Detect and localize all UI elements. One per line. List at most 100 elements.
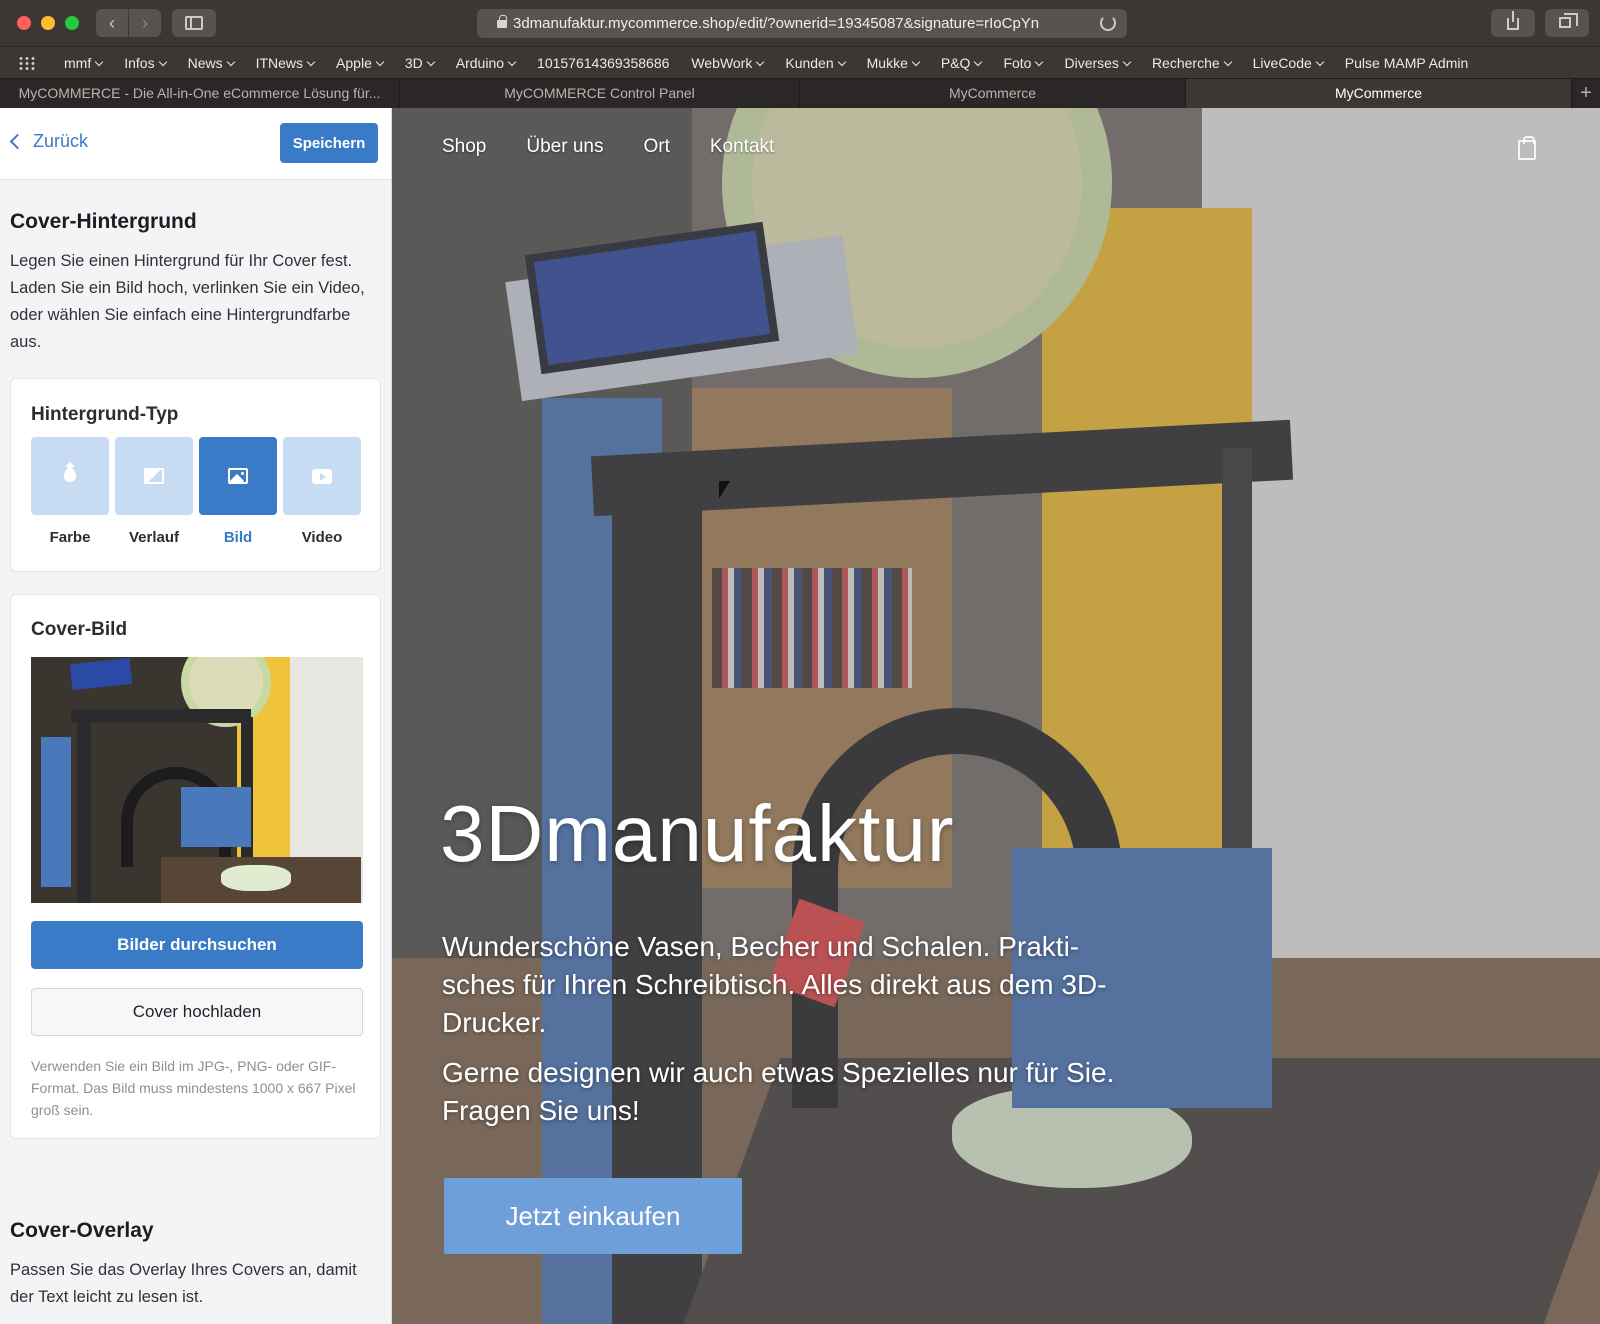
bookmark-arduino[interactable]: Arduino <box>456 55 517 71</box>
bg-type-video[interactable]: Video <box>283 437 361 546</box>
chevron-down-icon <box>1035 57 1044 66</box>
back-link[interactable]: Zurück <box>9 131 88 152</box>
hero-text: Wunderschöne Vasen, Becher und Schalen. … <box>442 928 1122 1130</box>
tab-mycommerce[interactable]: MyCommerce <box>800 79 1186 108</box>
mouse-cursor-icon <box>719 481 730 499</box>
chevron-down-icon <box>226 57 235 66</box>
hero-paragraph-1: Wunderschöne Vasen, Becher und Schalen. … <box>442 931 1107 1038</box>
minimize-window-button[interactable] <box>41 16 55 30</box>
browser-back-button[interactable]: ‹ <box>96 9 128 37</box>
nav-shop[interactable]: Shop <box>442 136 486 158</box>
nav-ueber-uns[interactable]: Über uns <box>526 136 603 158</box>
apps-grid-icon[interactable] <box>18 55 36 70</box>
bg-type-label: Verlauf <box>128 529 180 546</box>
chevron-down-icon <box>306 57 316 66</box>
bookmark-mukke[interactable]: Mukke <box>867 55 921 71</box>
bg-type-tile[interactable] <box>31 437 109 515</box>
image-icon <box>228 468 248 484</box>
bg-type-tile[interactable] <box>283 437 361 515</box>
tab-mycommerce-home[interactable]: MyCOMMERCE - Die All-in-One eCommerce Lö… <box>0 79 400 108</box>
browse-images-button[interactable]: Bilder durchsuchen <box>31 921 363 969</box>
chevron-right-icon: › <box>142 13 148 33</box>
site-navigation: Shop Über uns Ort Kontakt <box>442 136 774 158</box>
address-bar[interactable]: 3dmanufaktur.mycommerce.shop/edit/?owner… <box>477 9 1127 38</box>
background-type-title: Hintergrund-Typ <box>31 404 179 425</box>
editor-panel: Zurück Speichern Cover-Hintergrund Legen… <box>0 108 392 1324</box>
bookmark-3d[interactable]: 3D <box>405 55 436 71</box>
bookmark-apple[interactable]: Apple <box>336 55 385 71</box>
bookmark-infos[interactable]: Infos <box>124 55 167 71</box>
chevron-left-icon: ‹ <box>109 13 115 33</box>
bookmark-webwork[interactable]: WebWork <box>691 55 765 71</box>
hero-title: 3Dmanufaktur <box>440 789 955 878</box>
close-window-button[interactable] <box>17 16 31 30</box>
chevron-down-icon <box>911 57 921 66</box>
chevron-down-icon <box>1315 57 1325 66</box>
bookmark-diverses[interactable]: Diverses <box>1064 55 1132 71</box>
chevron-down-icon <box>974 57 983 66</box>
bookmark-mmf[interactable]: mmf <box>64 55 104 71</box>
cover-overlay-title: Cover-Overlay <box>10 1219 154 1242</box>
chevron-down-icon <box>837 57 846 66</box>
cover-background-title: Cover-Hintergrund <box>10 210 197 233</box>
nav-kontakt[interactable]: Kontakt <box>710 136 774 158</box>
bg-type-label: Farbe <box>49 529 91 546</box>
gradient-icon <box>144 468 164 484</box>
cover-image-thumbnail <box>31 657 363 903</box>
shop-now-button[interactable]: Jetzt einkaufen <box>444 1178 742 1254</box>
save-button[interactable]: Speichern <box>280 123 378 163</box>
drop-icon <box>64 468 76 482</box>
share-button[interactable] <box>1491 9 1535 37</box>
bookmark-itnews[interactable]: ITNews <box>256 55 316 71</box>
tabs-icon <box>1559 13 1578 28</box>
new-tab-button[interactable]: + <box>1572 79 1600 108</box>
chevron-left-icon <box>9 133 26 150</box>
image-format-hint: Verwenden Sie ein Bild im JPG-, PNG- ode… <box>31 1058 356 1118</box>
bg-type-farbe[interactable]: Farbe <box>31 437 109 546</box>
bg-type-label: Bild <box>223 529 253 546</box>
nav-ort[interactable]: Ort <box>643 136 669 158</box>
bookmark-pulse-mamp[interactable]: Pulse MAMP Admin <box>1345 55 1468 71</box>
bg-type-bild[interactable]: Bild <box>199 437 277 546</box>
chevron-down-icon <box>1122 57 1132 66</box>
bg-type-label: Video <box>301 529 343 546</box>
browser-forward-button[interactable]: › <box>129 9 161 37</box>
bg-type-tile[interactable] <box>115 437 193 515</box>
sidebar-icon <box>185 16 203 30</box>
bookmark-pq[interactable]: P&Q <box>941 55 983 71</box>
hero-paragraph-2: Gerne designen wir auch etwas Spezielles… <box>442 1057 1115 1126</box>
chevron-down-icon <box>1223 57 1232 66</box>
cover-background-description: Legen Sie einen Hintergrund für Ihr Cove… <box>10 252 365 351</box>
bookmark-recherche[interactable]: Recherche <box>1152 55 1232 71</box>
bg-type-verlauf[interactable]: Verlauf <box>115 437 193 546</box>
bookmark-kunden[interactable]: Kunden <box>785 55 846 71</box>
bookmark-id[interactable]: 10157614369358686 <box>537 55 669 71</box>
browser-titlebar: ‹ › 3dmanufaktur.mycommerce.shop/edit/?o… <box>0 0 1600 46</box>
bookmark-livecode[interactable]: LiveCode <box>1253 55 1325 71</box>
cover-overlay-description: Passen Sie das Overlay Ihres Covers an, … <box>10 1261 357 1306</box>
tab-mycommerce-active[interactable]: MyCommerce <box>1186 79 1572 108</box>
zoom-window-button[interactable] <box>65 16 79 30</box>
shopping-bag-icon[interactable] <box>1518 136 1536 160</box>
panel-header: Zurück Speichern <box>0 108 391 180</box>
tab-control-panel[interactable]: MyCOMMERCE Control Panel <box>400 79 800 108</box>
cover-image-title: Cover-Bild <box>31 619 128 640</box>
reload-icon[interactable] <box>1100 15 1116 31</box>
chevron-down-icon <box>507 57 517 66</box>
bookmark-foto[interactable]: Foto <box>1003 55 1044 71</box>
lock-icon <box>497 15 507 28</box>
cover-image-card: Cover-Bild Bilder durchsuchen Cover hoch… <box>10 594 381 1139</box>
video-icon <box>312 469 332 484</box>
cover-overlay <box>392 108 1600 1324</box>
bg-type-tile[interactable] <box>199 437 277 515</box>
bookmarks-bar: mmf Infos News ITNews Apple 3D Arduino 1… <box>0 46 1600 78</box>
upload-cover-button[interactable]: Cover hochladen <box>31 988 363 1036</box>
bookmark-news[interactable]: News <box>188 55 235 71</box>
tab-bar: MyCOMMERCE - Die All-in-One eCommerce Lö… <box>0 78 1600 108</box>
chevron-down-icon <box>426 57 436 66</box>
tab-overview-button[interactable] <box>1545 9 1589 37</box>
sidebar-toggle-button[interactable] <box>172 9 216 37</box>
share-icon <box>1507 11 1519 30</box>
chevron-down-icon <box>94 57 104 66</box>
chevron-down-icon <box>158 57 167 66</box>
